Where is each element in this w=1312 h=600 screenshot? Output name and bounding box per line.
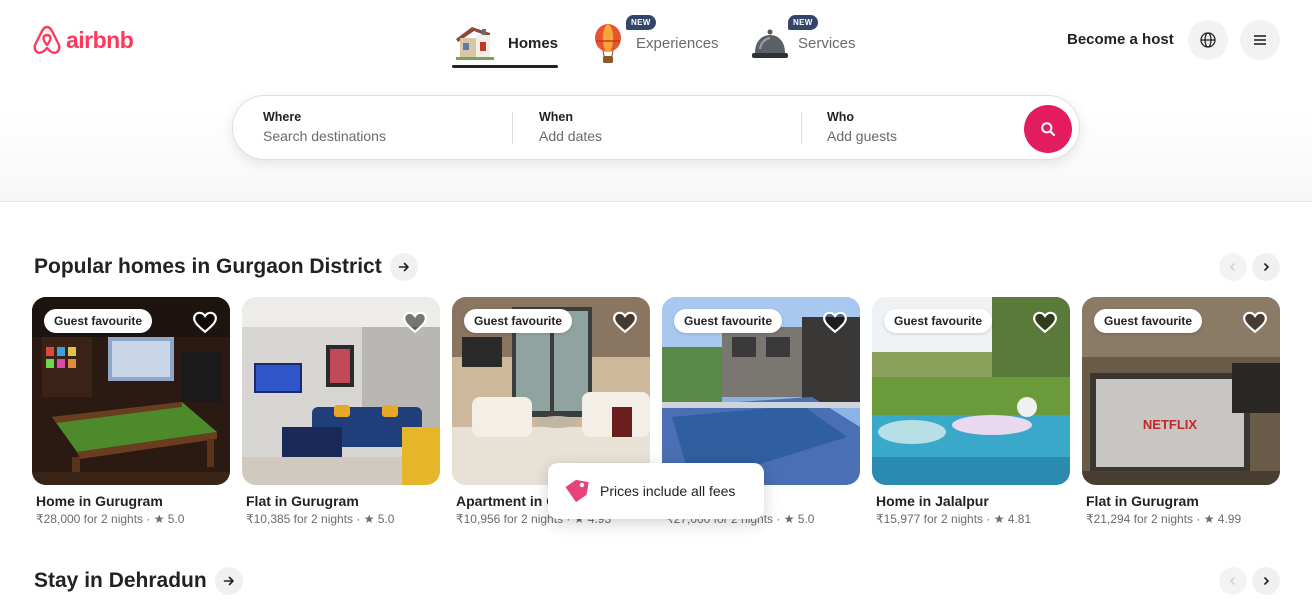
search-who-placeholder: Add guests: [827, 128, 898, 144]
tab-services[interactable]: NEW Services: [750, 15, 856, 66]
price-tag-icon: [565, 479, 589, 503]
search-who-field[interactable]: Who Add guests: [827, 96, 1017, 159]
carousel-prev-button[interactable]: [1219, 567, 1247, 595]
search-button[interactable]: [1024, 105, 1072, 153]
heart-icon[interactable]: [1242, 309, 1268, 335]
arrow-right-icon: [398, 262, 409, 272]
listing-card[interactable]: Guest favourite Home in Gurugram ₹28,000…: [32, 297, 230, 537]
carousel-prev-button[interactable]: [1219, 253, 1247, 281]
service-bell-icon: [752, 29, 788, 58]
search-where-placeholder: Search destinations: [263, 128, 386, 144]
search-bar: Where Search destinations When Add dates…: [232, 95, 1080, 160]
listing-card[interactable]: Guest favourite Home in Jalalpur ₹15,977…: [872, 297, 1070, 537]
carousel-next-button[interactable]: [1252, 567, 1280, 595]
tab-experiences[interactable]: NEW Experiences: [590, 15, 719, 66]
search-divider: [801, 112, 802, 144]
guest-favourite-badge: Guest favourite: [674, 309, 783, 333]
toast-text: Prices include all fees: [600, 483, 736, 499]
listing-title: Apartment in G: [456, 493, 558, 509]
chevron-right-icon: [1263, 576, 1270, 586]
chevron-left-icon: [1229, 576, 1236, 586]
listing-title: Home in Gurugram: [36, 493, 163, 509]
section-title-row: Popular homes in Gurgaon District: [34, 253, 418, 281]
hot-air-balloon-icon: [595, 24, 621, 63]
listing-card[interactable]: Flat in Gurugram ₹10,385 for 2 nights · …: [242, 297, 440, 537]
search-who-title: Who: [827, 110, 855, 124]
guest-favourite-badge: Guest favourite: [884, 309, 993, 333]
chevron-left-icon: [1229, 262, 1236, 272]
carousel-next-button[interactable]: [1252, 253, 1280, 281]
section-title[interactable]: Popular homes in Gurgaon District: [34, 255, 382, 279]
search-when-field[interactable]: When Add dates: [539, 96, 799, 159]
prices-info-toast: Prices include all fees: [548, 463, 764, 519]
become-a-host-link[interactable]: Become a host: [1067, 31, 1174, 48]
guest-favourite-badge: Guest favourite: [1094, 309, 1203, 333]
menu-icon: [1254, 35, 1266, 45]
section-title-row: Stay in Dehradun: [34, 567, 243, 595]
listing-price-rating: ₹10,385 for 2 nights · ★ 5.0: [246, 512, 395, 526]
listing-price-rating: ₹15,977 for 2 nights · ★ 4.81: [876, 512, 1032, 526]
guest-favourite-badge: Guest favourite: [44, 309, 153, 333]
new-badge: NEW: [788, 15, 818, 30]
heart-icon[interactable]: [612, 309, 638, 335]
chevron-right-icon: [1263, 262, 1270, 272]
tab-experiences-label: Experiences: [636, 34, 719, 52]
tab-homes-label: Homes: [508, 34, 559, 52]
section-title[interactable]: Stay in Dehradun: [34, 569, 207, 593]
airbnb-wordmark: airbnb: [66, 26, 134, 53]
airbnb-logo[interactable]: airbnb: [32, 24, 134, 56]
arrow-right-icon: [223, 576, 234, 586]
search-when-placeholder: Add dates: [539, 128, 603, 144]
main-menu-button[interactable]: [1240, 20, 1280, 60]
language-button[interactable]: [1188, 20, 1228, 60]
heart-icon[interactable]: [822, 309, 848, 335]
listing-title: Flat in Gurugram: [246, 493, 359, 509]
tab-homes[interactable]: Homes: [452, 20, 559, 68]
tv-screen-text: NETFLIX: [1143, 417, 1197, 432]
search-when-title: When: [539, 110, 574, 124]
listing-price-rating: ₹21,294 for 2 nights · ★ 4.99: [1086, 512, 1242, 526]
section-see-all-button[interactable]: [389, 253, 418, 281]
tab-services-label: Services: [798, 34, 856, 52]
heart-icon[interactable]: [192, 309, 218, 335]
search-icon: [1041, 122, 1055, 136]
listing-price-rating: ₹28,000 for 2 nights · ★ 5.0: [36, 512, 185, 526]
globe-icon: [1200, 32, 1216, 48]
active-tab-underline: [452, 65, 559, 68]
listing-card[interactable]: NETFLIX Guest favourite Flat in Gurugram…: [1082, 297, 1280, 537]
listing-title: Flat in Gurugram: [1086, 493, 1199, 509]
search-where-field[interactable]: Where Search destinations: [263, 96, 509, 159]
header: airbnb Homes NEW Experiences NEW Service…: [0, 0, 1312, 202]
house-icon: [456, 27, 494, 60]
heart-icon[interactable]: [1032, 309, 1058, 335]
search-where-title: Where: [263, 110, 302, 124]
listing-title: Home in Jalalpur: [876, 493, 989, 509]
guest-favourite-badge: Guest favourite: [464, 309, 573, 333]
heart-icon[interactable]: [402, 309, 428, 335]
airbnb-logo-icon: [33, 25, 61, 54]
new-badge: NEW: [626, 15, 656, 30]
search-divider: [512, 112, 513, 144]
section-see-all-button[interactable]: [214, 567, 243, 595]
